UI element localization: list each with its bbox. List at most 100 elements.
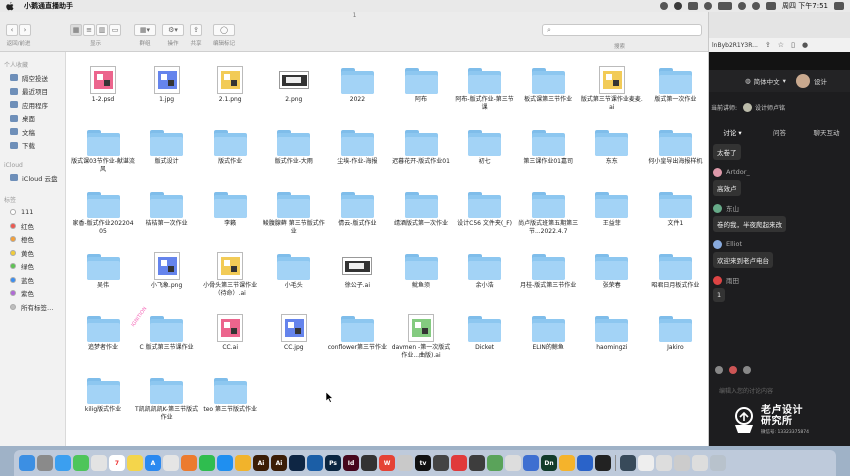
folder-item[interactable]: 倩云-版式作业 xyxy=(324,188,390,228)
file-item[interactable]: 2.png xyxy=(261,64,327,104)
tab-discuss[interactable]: 讨论 ▾ xyxy=(709,127,756,137)
folder-item[interactable]: Dicket xyxy=(452,312,518,352)
icon-view-button[interactable]: ▦ xyxy=(70,24,82,36)
folder-item[interactable]: 阿布-版式作业-第三节课 xyxy=(452,64,518,111)
folder-item[interactable]: 版式第一次作业 xyxy=(642,64,708,104)
sidebar-item[interactable]: 最近项目 xyxy=(0,85,65,99)
folder-item[interactable]: 阿布 xyxy=(388,64,454,104)
folder-item[interactable]: 版式作业 xyxy=(197,126,263,166)
tab-qa[interactable]: 问答 xyxy=(756,127,803,137)
folder-item[interactable]: 版式设计 xyxy=(134,126,200,166)
wps-icon[interactable]: W xyxy=(379,455,395,471)
sketch-icon[interactable] xyxy=(559,455,575,471)
file-item[interactable]: CC.ai xyxy=(197,312,263,352)
window2-icon[interactable] xyxy=(656,455,672,471)
file-item[interactable]: davmen -第一次版式作业...曲版).ai xyxy=(388,312,454,359)
appstore-icon[interactable]: A xyxy=(145,455,161,471)
messages-icon[interactable] xyxy=(73,455,89,471)
folder-item[interactable]: 靖酒版式第一次作业 xyxy=(388,188,454,228)
folder-item[interactable]: 昭君日月板式作业 xyxy=(642,250,708,290)
app-icon[interactable] xyxy=(289,455,305,471)
folder-item[interactable]: 初七 xyxy=(452,126,518,166)
folder-item[interactable]: 吴伟 xyxy=(70,250,136,290)
file-item[interactable]: 徐公子.ai xyxy=(324,250,390,290)
folder-item[interactable]: C 版式第三节课作业 xyxy=(134,312,200,352)
app7-icon[interactable] xyxy=(523,455,539,471)
send-icon[interactable] xyxy=(397,455,413,471)
folder-item[interactable]: 设计C56 文件夹(_F) xyxy=(452,188,518,228)
folder-item[interactable]: T凯凯凯凯K-第三节版式作业 xyxy=(134,374,200,421)
netease-icon[interactable] xyxy=(451,455,467,471)
folder-item[interactable]: 第三课作业01嘉司 xyxy=(515,126,581,166)
window3-icon[interactable] xyxy=(674,455,690,471)
folder-item[interactable]: 版式作业-大雨 xyxy=(261,126,327,166)
folder-item[interactable]: 追梦者作业 xyxy=(70,312,136,352)
safari-icon[interactable] xyxy=(55,455,71,471)
folder-item[interactable]: 鲮腹腺藓 第三节版式作业 xyxy=(261,188,327,235)
launchpad-icon[interactable] xyxy=(37,455,53,471)
action-button[interactable]: ⚙▾ xyxy=(162,24,184,36)
browser-icon[interactable] xyxy=(181,455,197,471)
chrome-icon[interactable] xyxy=(163,455,179,471)
folder-item[interactable]: haomingzi xyxy=(579,312,645,352)
app5-icon[interactable] xyxy=(469,455,485,471)
illustrator2-icon[interactable]: Ai xyxy=(271,455,287,471)
folder-item[interactable]: 张荣春 xyxy=(579,250,645,290)
photoshop-icon[interactable]: Ps xyxy=(325,455,341,471)
folder-item[interactable]: 王益菲 xyxy=(579,188,645,228)
folder-item[interactable]: Jakiro xyxy=(642,312,708,352)
share-icon[interactable]: ⇪ xyxy=(765,41,771,49)
illustrator-icon[interactable]: Ai xyxy=(253,455,269,471)
app9-icon[interactable] xyxy=(620,455,636,471)
wifi-icon[interactable] xyxy=(738,2,747,10)
chat-input[interactable]: 编辑入您的讨论内容 xyxy=(713,384,847,396)
notification-icon[interactable] xyxy=(834,2,844,10)
status-icon[interactable] xyxy=(674,2,683,10)
wechat-icon[interactable] xyxy=(199,455,215,471)
app2-icon[interactable] xyxy=(307,455,323,471)
status-icon[interactable] xyxy=(660,2,669,10)
file-item[interactable]: 小骨头第三节课作业（待命）.ai xyxy=(197,250,263,297)
avatar[interactable] xyxy=(795,74,810,88)
file-item[interactable]: 小飞象.png xyxy=(134,250,200,290)
calendar-icon[interactable]: 7 xyxy=(109,455,125,471)
app6-icon[interactable] xyxy=(487,455,503,471)
search-field[interactable]: ⌕ xyxy=(542,24,702,36)
finder-icon[interactable] xyxy=(19,455,35,471)
back-button[interactable]: ‹ xyxy=(6,24,18,36)
photos-icon[interactable] xyxy=(91,455,107,471)
window-icon[interactable] xyxy=(638,455,654,471)
folder-item[interactable]: 家香-版式作业20220405 xyxy=(70,188,136,235)
file-item[interactable]: 1.jpg xyxy=(134,64,200,104)
folder-item[interactable]: ELIN的鲸鱼 xyxy=(515,312,581,352)
avatar-icon[interactable]: ● xyxy=(802,41,808,49)
app3-icon[interactable] xyxy=(361,455,377,471)
file-item[interactable]: CC.jpg xyxy=(261,312,327,352)
file-item[interactable]: 版式第三节课作业麦麦.ai xyxy=(579,64,645,111)
sidebar-tag[interactable]: 绿色 xyxy=(0,260,65,274)
sidebar-tag[interactable]: 橙色 xyxy=(0,233,65,247)
sidebar-tag[interactable]: 111 xyxy=(0,206,65,220)
indesign-icon[interactable]: Id xyxy=(343,455,359,471)
language-selector[interactable]: ◍ 简体中文 ▾ xyxy=(745,76,786,86)
chrome2-icon[interactable] xyxy=(505,455,521,471)
folder-item[interactable]: 板式课第三节作业 xyxy=(515,64,581,104)
terminal-icon[interactable] xyxy=(595,455,611,471)
folder-item[interactable]: kilig版式作业 xyxy=(70,374,136,414)
folder-item[interactable]: conflower第三节作业 xyxy=(324,312,390,352)
tab-chat[interactable]: 聊天互动 xyxy=(803,127,850,137)
dimension-icon[interactable]: Dn xyxy=(541,455,557,471)
app-menu[interactable]: 小鹅通直播助手 xyxy=(24,1,73,11)
folder-item[interactable]: 东东 xyxy=(579,126,645,166)
file-item[interactable]: 2.1.png xyxy=(197,64,263,104)
trash-icon[interactable] xyxy=(710,455,726,471)
sidebar-item[interactable]: 隔空投送 xyxy=(0,71,65,85)
url-text[interactable]: lnByb2R1Y3R... xyxy=(712,42,758,49)
sidebar-tag[interactable]: 黄色 xyxy=(0,246,65,260)
address-bar[interactable]: lnByb2R1Y3R... ⇪ ☆ ▯ ● xyxy=(709,38,850,52)
image-icon[interactable] xyxy=(743,366,751,374)
folder-item[interactable]: 李籁 xyxy=(197,188,263,228)
folder-item[interactable]: 2022 xyxy=(324,64,390,104)
apple-icon[interactable] xyxy=(6,1,14,11)
folder-item[interactable]: 小毛头 xyxy=(261,250,327,290)
